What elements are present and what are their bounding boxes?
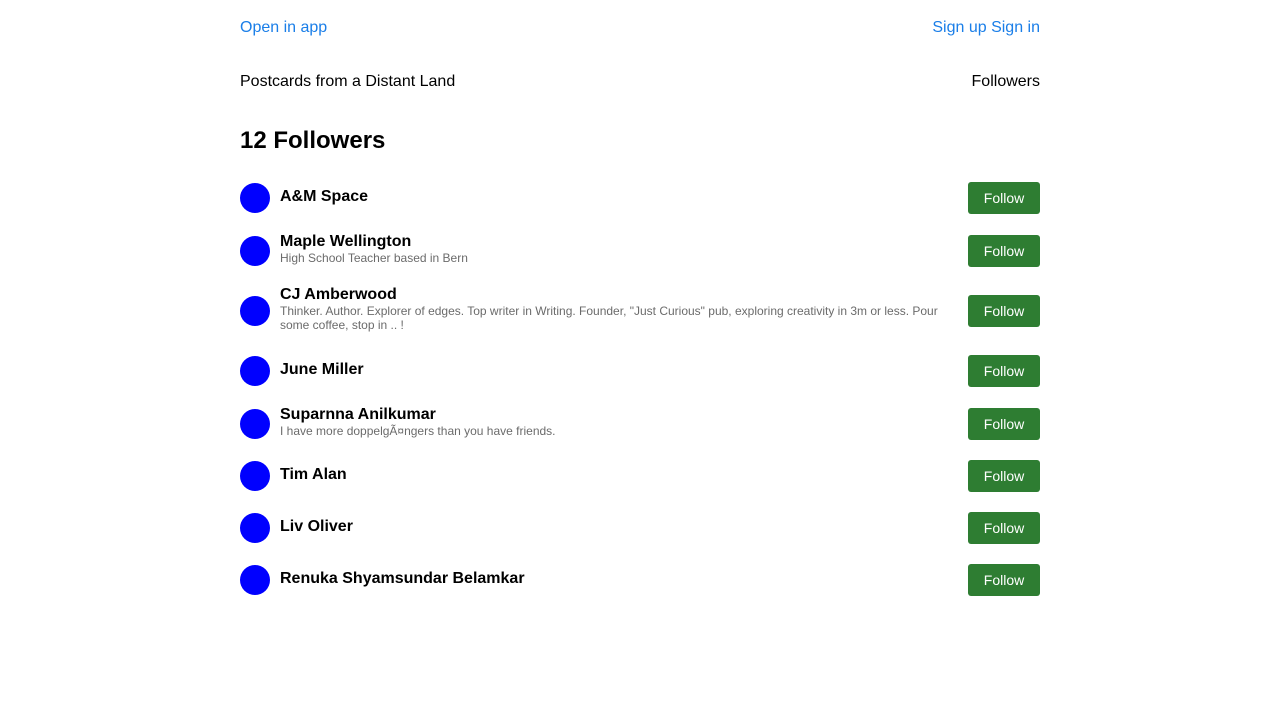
follower-info: Renuka Shyamsundar Belamkar [280,570,960,588]
follower-row: Suparnna Anilkumar I have more doppelgÃ¤… [240,405,1040,441]
follower-bio: High School Teacher based in Bern [280,251,468,265]
follower-info: Maple Wellington High School Teacher bas… [280,233,960,265]
section-label: Followers [971,73,1040,90]
follower-name[interactable]: Liv Oliver [280,518,960,536]
follower-bio: I have more doppelgÃ¤ngers than you have… [280,424,556,438]
follow-button[interactable]: Follow [968,512,1040,544]
follower-info: Tim Alan [280,466,960,484]
publication-title-link[interactable]: Postcards from a Distant Land [240,71,455,93]
follower-name[interactable]: Tim Alan [280,466,960,484]
follow-button[interactable]: Follow [968,295,1040,327]
avatar[interactable] [240,565,270,595]
follower-info: June Miller [280,361,960,379]
follower-name[interactable]: June Miller [280,361,960,379]
follower-row: Liv Oliver Follow [240,510,1040,546]
follower-info: Suparnna Anilkumar I have more doppelgÃ¤… [280,406,960,438]
open-in-app-link[interactable]: Open in app [240,17,327,39]
follower-name[interactable]: A&M Space [280,188,960,206]
follow-button[interactable]: Follow [968,460,1040,492]
follower-row: June Miller Follow [240,353,1040,389]
follower-row: Tim Alan Follow [240,458,1040,494]
sign-up-sign-in-link[interactable]: Sign up Sign in [932,17,1040,39]
follower-row: Renuka Shyamsundar Belamkar Follow [240,562,1040,598]
follower-row: Maple Wellington High School Teacher bas… [240,232,1040,268]
avatar[interactable] [240,236,270,266]
follower-info: Liv Oliver [280,518,960,536]
follower-info: A&M Space [280,188,960,206]
follow-button[interactable]: Follow [968,355,1040,387]
top-bar: Open in app Sign up Sign in [240,17,1040,39]
avatar[interactable] [240,513,270,543]
publication-bar: Postcards from a Distant Land Followers [240,71,1040,93]
follower-bio: Thinker. Author. Explorer of edges. Top … [280,304,938,332]
follow-button[interactable]: Follow [968,408,1040,440]
page-title: 12 Followers [240,127,386,154]
avatar[interactable] [240,409,270,439]
avatar[interactable] [240,183,270,213]
avatar[interactable] [240,461,270,491]
follow-button[interactable]: Follow [968,182,1040,214]
follower-row: CJ Amberwood Thinker. Author. Explorer o… [240,285,1040,337]
follow-button[interactable]: Follow [968,564,1040,596]
follower-name[interactable]: Maple Wellington [280,233,960,251]
avatar[interactable] [240,356,270,386]
follower-name[interactable]: Renuka Shyamsundar Belamkar [280,570,960,588]
follower-name[interactable]: Suparnna Anilkumar [280,406,960,424]
follower-name[interactable]: CJ Amberwood [280,286,960,304]
follower-row: A&M Space Follow [240,180,1040,216]
follow-button[interactable]: Follow [968,235,1040,267]
avatar[interactable] [240,296,270,326]
follower-info: CJ Amberwood Thinker. Author. Explorer o… [280,286,960,332]
